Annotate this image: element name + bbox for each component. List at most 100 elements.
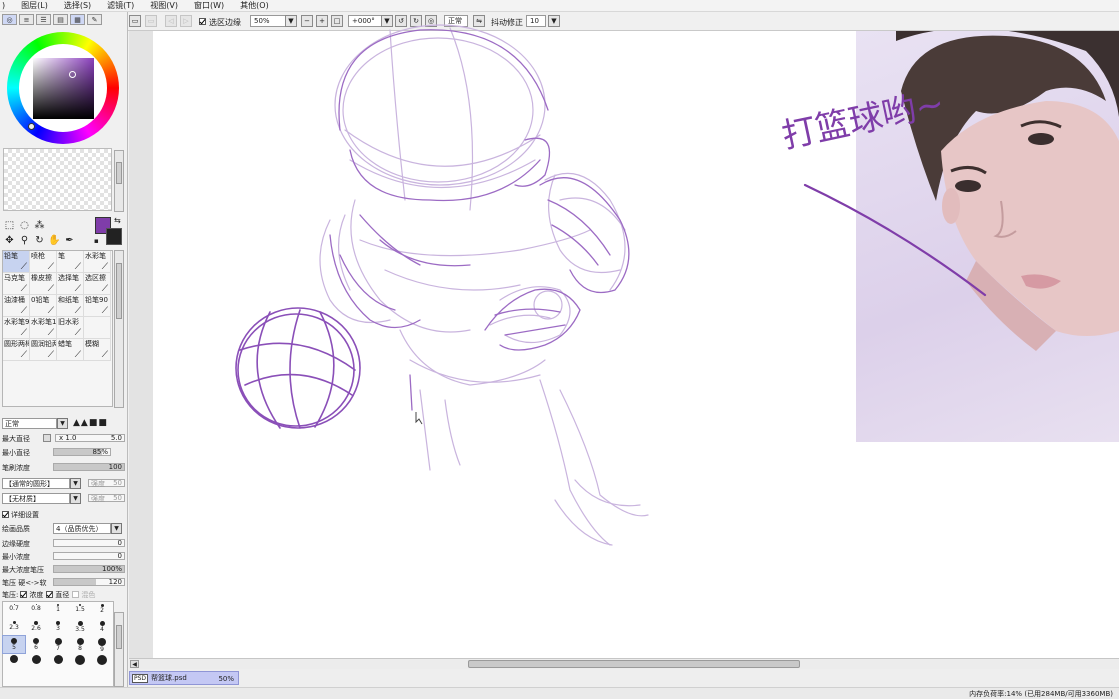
- invert-select-button[interactable]: ▭: [145, 15, 157, 27]
- color-wheel-tab-icon[interactable]: ◎: [2, 14, 17, 25]
- brush-slot[interactable]: 0铅笔 ⟋: [30, 295, 57, 317]
- brush-slot[interactable]: 笔 ⟋: [57, 251, 84, 273]
- hand-icon[interactable]: ✋: [48, 234, 61, 247]
- saturation-value-square[interactable]: [33, 58, 94, 119]
- max-diameter-slider[interactable]: x 1.0 5.0: [55, 434, 125, 442]
- brush-slot[interactable]: 选区擦 ⟋: [84, 273, 111, 295]
- scroll-left-icon[interactable]: ◀: [130, 660, 139, 668]
- menu-item-layer[interactable]: 图层(L): [13, 0, 56, 11]
- max-diameter-lock-icon[interactable]: [43, 434, 51, 442]
- brush-slot[interactable]: 橡皮擦 ⟋: [30, 273, 57, 295]
- scratchpad-tab-icon[interactable]: ✎: [87, 14, 102, 25]
- file-tab[interactable]: PSD 帮篮球.psd 50%: [129, 671, 239, 685]
- swap-colors-icon[interactable]: ⇆: [114, 216, 121, 225]
- background-color-swatch[interactable]: [106, 228, 122, 245]
- brush-size-cell[interactable]: 3.5: [69, 619, 91, 636]
- scroll-thumb[interactable]: [468, 660, 800, 668]
- brush-slot[interactable]: 油漆桶 ⟋: [3, 295, 30, 317]
- swatch-scrollbar[interactable]: [114, 150, 124, 212]
- zoom-reset-button[interactable]: □: [331, 15, 343, 27]
- brush-slot[interactable]: 蜡笔 ⟋: [57, 339, 84, 361]
- pressure-hardness-slider[interactable]: 120: [53, 578, 125, 586]
- rotate-icon[interactable]: ↻: [33, 234, 46, 247]
- menu-item-window[interactable]: 窗口(W): [186, 0, 232, 11]
- rect-select-icon[interactable]: ⬚: [3, 219, 16, 232]
- zoom-in-button[interactable]: +: [316, 15, 328, 27]
- menu-item-other[interactable]: 其他(O): [232, 0, 277, 11]
- brush-slot[interactable]: 水彩笔9的 ⟋: [3, 317, 30, 339]
- brush-size-cell[interactable]: 0.8: [25, 602, 47, 619]
- max-density-pressure-slider[interactable]: 100%: [53, 565, 125, 573]
- brush-size-cell[interactable]: [91, 653, 113, 670]
- brush-size-cell[interactable]: 3: [47, 619, 69, 636]
- zoom-out-button[interactable]: −: [301, 15, 313, 27]
- brush-size-cell[interactable]: 6: [25, 636, 47, 653]
- brush-slot[interactable]: 圆润铅两棒 ⟋: [30, 339, 57, 361]
- hsv-slider-tab-icon[interactable]: ☰: [36, 14, 51, 25]
- lasso-icon[interactable]: ◌: [18, 219, 31, 232]
- menu-item-view[interactable]: 视图(V): [142, 0, 186, 11]
- brush-size-cell[interactable]: 0.7: [3, 602, 25, 619]
- brush-texture-select[interactable]: 【无材质】 ▼: [2, 493, 81, 504]
- brush-size-cell[interactable]: [25, 653, 47, 670]
- brush-size-cell[interactable]: 7: [47, 636, 69, 653]
- brush-slot[interactable]: 水彩笔10的 ⟋: [30, 317, 57, 339]
- menu-item-prev[interactable]: ): [0, 1, 13, 10]
- rotate-right-button[interactable]: ↻: [410, 15, 422, 27]
- brush-size-cell[interactable]: 9: [91, 636, 113, 653]
- zoom-field[interactable]: 50%: [250, 15, 290, 27]
- brush-size-cell[interactable]: 8: [69, 636, 91, 653]
- brush-size-cell[interactable]: 1: [47, 602, 69, 619]
- brush-slot[interactable]: 喷枪 ⟋: [30, 251, 57, 273]
- brush-size-cell[interactable]: 2.6: [25, 619, 47, 636]
- menu-item-filter[interactable]: 滤镜(T): [99, 0, 142, 11]
- brush-slot[interactable]: 铅笔 ⟋: [3, 251, 30, 273]
- brush-slot[interactable]: 和纸笔 ⟋: [57, 295, 84, 317]
- brush-slot[interactable]: 模糊 ⟋: [84, 339, 111, 361]
- brush-size-cell[interactable]: [69, 653, 91, 670]
- pressure-blend-checkbox[interactable]: [72, 591, 80, 598]
- pressure-diameter-checkbox[interactable]: [46, 591, 54, 598]
- brush-size-cell[interactable]: 1.5: [69, 602, 91, 619]
- move-icon[interactable]: ✥: [3, 234, 16, 247]
- brush-slot[interactable]: 铅笔90 ⟋: [84, 295, 111, 317]
- brush-size-cell[interactable]: 5: [2, 635, 26, 654]
- brush-shape-select[interactable]: 【通常的圆形】 ▼: [2, 478, 81, 489]
- redo-button[interactable]: ▷: [180, 15, 192, 27]
- brush-slot[interactable]: [84, 317, 111, 339]
- canvas-horizontal-scrollbar[interactable]: ◀: [129, 658, 1119, 669]
- brush-size-cell[interactable]: 2: [91, 602, 113, 619]
- brush-blend-mode-select[interactable]: 正常 ▼: [2, 418, 68, 429]
- brush-scrollbar[interactable]: [114, 250, 124, 408]
- rotate-reset-button[interactable]: ◎: [425, 15, 437, 27]
- quality-select[interactable]: 4（品质优先） ▼: [53, 523, 122, 534]
- density-slider[interactable]: 100: [53, 463, 125, 471]
- detail-settings-row[interactable]: 详细设置: [2, 509, 126, 520]
- eyedropper-icon[interactable]: ✒: [63, 234, 76, 247]
- brush-slot[interactable]: 旧水彩 ⟋: [57, 317, 84, 339]
- shape-strength-slider[interactable]: 强度 50: [88, 479, 125, 488]
- texture-strength-slider[interactable]: 强度 50: [88, 494, 125, 503]
- brush-slot[interactable]: 马克笔 ⟋: [3, 273, 30, 295]
- edge-hardness-slider[interactable]: 0: [53, 539, 125, 547]
- stabilizer-dropdown-icon[interactable]: ▼: [548, 15, 560, 27]
- color-swatch-area[interactable]: [3, 148, 112, 211]
- swatch-tab-icon[interactable]: ▦: [70, 14, 85, 25]
- flip-button[interactable]: ⇋: [473, 15, 485, 27]
- stabilizer-field[interactable]: 10: [526, 15, 546, 27]
- rgb-slider-tab-icon[interactable]: ≡: [19, 14, 34, 25]
- zoom-icon[interactable]: ⚲: [18, 234, 31, 247]
- brush-slot[interactable]: 圆形两棒 ⟋: [3, 339, 30, 361]
- zoom-dropdown-icon[interactable]: ▼: [285, 15, 297, 27]
- brush-size-cell[interactable]: 4: [91, 619, 113, 636]
- size-grid-scrollbar[interactable]: [114, 612, 124, 687]
- rotate-left-button[interactable]: ↺: [395, 15, 407, 27]
- brush-size-cell[interactable]: 2.3: [3, 619, 25, 636]
- pressure-density-checkbox[interactable]: [20, 591, 28, 598]
- selection-edge-checkbox[interactable]: [199, 18, 206, 25]
- brush-shape-buttons[interactable]: ▲▲■■: [73, 418, 108, 428]
- min-density-slider[interactable]: 0: [53, 552, 125, 560]
- magic-wand-icon[interactable]: ⁂: [33, 219, 46, 232]
- gradient-slider-tab-icon[interactable]: ▤: [53, 14, 68, 25]
- undo-button[interactable]: ◁: [165, 15, 177, 27]
